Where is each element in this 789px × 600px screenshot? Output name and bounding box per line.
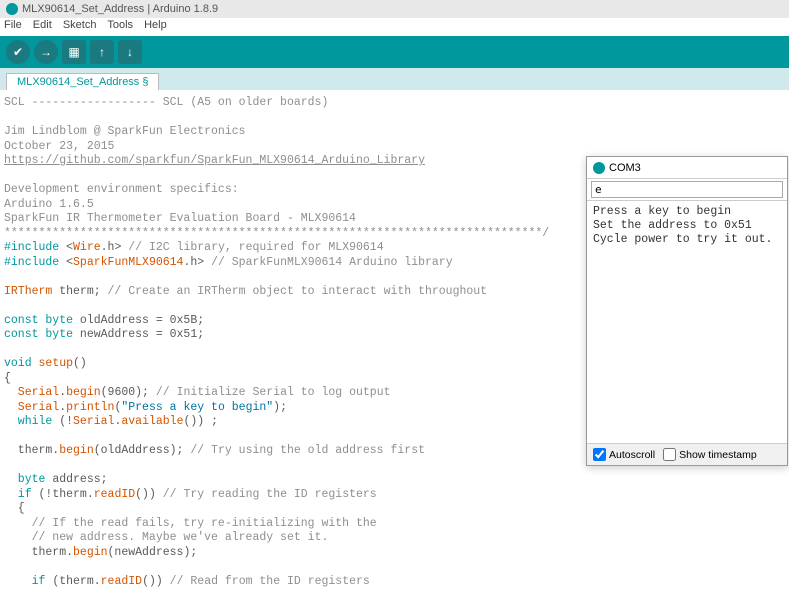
menu-sketch[interactable]: Sketch <box>63 19 97 31</box>
verify-button[interactable]: ✔ <box>6 40 30 64</box>
upload-button[interactable]: → <box>34 40 58 64</box>
autoscroll-input[interactable] <box>593 448 606 461</box>
tab-sketch[interactable]: MLX90614_Set_Address § <box>6 73 159 90</box>
code-line: Arduino 1.6.5 <box>4 198 94 211</box>
serial-titlebar[interactable]: COM3 <box>587 157 787 179</box>
toolbar: ✔ → ▦ ↑ ↓ <box>0 36 789 68</box>
window-title: MLX90614_Set_Address | Arduino 1.8.9 <box>22 3 218 15</box>
timestamp-checkbox[interactable]: Show timestamp <box>663 448 757 461</box>
save-button[interactable]: ↓ <box>118 40 142 64</box>
code-line: Jim Lindblom @ SparkFun Electronics <box>4 125 246 138</box>
autoscroll-checkbox[interactable]: Autoscroll <box>593 448 655 461</box>
arrow-down-icon: ↓ <box>127 45 133 59</box>
open-button[interactable]: ↑ <box>90 40 114 64</box>
file-icon: ▦ <box>68 45 79 59</box>
menu-help[interactable]: Help <box>144 19 167 31</box>
menubar: File Edit Sketch Tools Help <box>0 18 789 36</box>
arrow-up-icon: ↑ <box>99 45 105 59</box>
code-line: October 23, 2015 <box>4 140 114 153</box>
menu-tools[interactable]: Tools <box>107 19 133 31</box>
serial-output[interactable]: Press a key to begin Set the address to … <box>587 201 787 443</box>
arduino-logo-icon <box>593 162 605 174</box>
serial-send-input[interactable] <box>591 181 783 198</box>
code-line: SCL ------------------ SCL (A5 on older … <box>4 96 328 109</box>
code-line: SparkFun IR Thermometer Evaluation Board… <box>4 212 356 225</box>
serial-footer: Autoscroll Show timestamp <box>587 443 787 465</box>
serial-monitor-window[interactable]: COM3 Press a key to begin Set the addres… <box>586 156 788 466</box>
tabbar: MLX90614_Set_Address § <box>0 68 789 90</box>
code-line: ****************************************… <box>4 227 549 240</box>
timestamp-input[interactable] <box>663 448 676 461</box>
menu-edit[interactable]: Edit <box>33 19 52 31</box>
serial-port-label: COM3 <box>609 162 641 174</box>
arrow-right-icon: → <box>40 45 52 59</box>
new-button[interactable]: ▦ <box>62 40 86 64</box>
window-titlebar: MLX90614_Set_Address | Arduino 1.8.9 <box>0 0 789 18</box>
code-line: Development environment specifics: <box>4 183 239 196</box>
arduino-logo-icon <box>6 3 18 15</box>
serial-input-row <box>587 179 787 201</box>
menu-file[interactable]: File <box>4 19 22 31</box>
code-line: https://github.com/sparkfun/SparkFun_MLX… <box>4 154 425 167</box>
check-icon: ✔ <box>13 45 23 59</box>
